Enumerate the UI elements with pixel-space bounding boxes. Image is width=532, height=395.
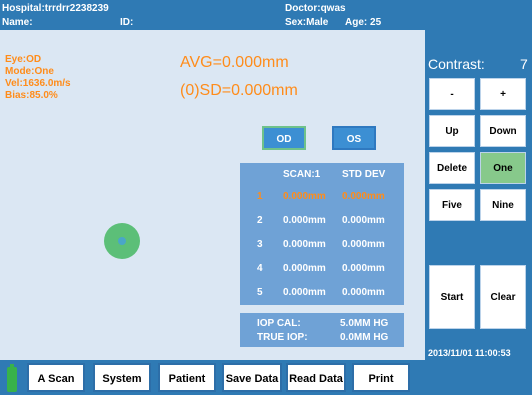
read-data-button[interactable]: Read Data: [286, 363, 346, 392]
datetime-display: 2013/11/01 11:00:53: [428, 348, 511, 358]
one-button[interactable]: One: [480, 152, 526, 184]
a-scan-button[interactable]: A Scan: [27, 363, 85, 392]
true-iop-label: TRUE IOP:: [257, 332, 308, 343]
delete-button[interactable]: Delete: [429, 152, 475, 184]
right-panel: Contrast: 7 - + Up Down Delete One Five …: [425, 30, 532, 360]
print-button[interactable]: Print: [352, 363, 410, 392]
down-button[interactable]: Down: [480, 115, 526, 147]
sex-value: Male: [306, 17, 329, 28]
table-row[interactable]: 1 0.000mm 0.000mm: [240, 185, 404, 209]
main-panel: Eye:OD Mode:One Vel:1636.0m/s Bias:85.0%…: [0, 30, 425, 360]
true-iop-value: 0.0MM HG: [340, 332, 389, 343]
table-row[interactable]: 4 0.000mm 0.000mm: [240, 257, 404, 281]
nine-button[interactable]: Nine: [480, 189, 526, 221]
avg-readout: AVG=0.000mm: [180, 54, 289, 71]
start-button[interactable]: Start: [429, 265, 475, 329]
iop-cal-value: 5.0MM HG: [340, 318, 389, 329]
mode-label: Mode:One: [5, 66, 54, 77]
hospital-field: Hospital:trrdrr2238239: [2, 3, 109, 14]
doctor-value: qwas: [320, 3, 346, 14]
eye-label: Eye:OD: [5, 54, 42, 65]
scan-table-header: SCAN:1 STD DEV: [240, 163, 404, 187]
probe-center-dot: [118, 237, 126, 245]
save-data-button[interactable]: Save Data: [222, 363, 282, 392]
contrast-plus-button[interactable]: +: [480, 78, 526, 110]
up-button[interactable]: Up: [429, 115, 475, 147]
velocity-label: Vel:1636.0m/s: [5, 78, 71, 89]
iop-box: IOP CAL: 5.0MM HG TRUE IOP: 0.0MM HG: [240, 313, 404, 347]
os-button[interactable]: OS: [332, 126, 376, 150]
battery-icon: [7, 364, 17, 392]
od-button[interactable]: OD: [262, 126, 306, 150]
contrast-value: 7: [520, 56, 528, 72]
clear-button[interactable]: Clear: [480, 265, 526, 329]
contrast-minus-button[interactable]: -: [429, 78, 475, 110]
scan-header: SCAN:1: [283, 169, 321, 180]
patient-button[interactable]: Patient: [158, 363, 216, 392]
bottom-bar: A Scan System Patient Save Data Read Dat…: [0, 360, 532, 395]
table-row[interactable]: 3 0.000mm 0.000mm: [240, 233, 404, 257]
table-row[interactable]: 5 0.000mm 0.000mm: [240, 281, 404, 305]
bias-label: Bias:85.0%: [5, 90, 58, 101]
name-field: Name:: [2, 17, 33, 28]
age-value: 25: [370, 17, 382, 28]
age-field: Age: 25: [345, 17, 382, 28]
probe-indicator: [104, 223, 140, 259]
iop-cal-label: IOP CAL:: [257, 318, 301, 329]
contrast-label: Contrast:: [428, 56, 485, 72]
table-row[interactable]: 2 0.000mm 0.000mm: [240, 209, 404, 233]
sd-readout: (0)SD=0.000mm: [180, 82, 298, 99]
system-button[interactable]: System: [93, 363, 151, 392]
doctor-field: Doctor:qwas: [285, 3, 346, 14]
measure-info: Eye:OD Mode:One Vel:1636.0m/s Bias:85.0%: [5, 54, 71, 102]
scan-table: SCAN:1 STD DEV 1 0.000mm 0.000mm 2 0.000…: [240, 163, 404, 305]
hospital-value: trrdrr2238239: [44, 3, 109, 14]
id-field: ID:: [120, 17, 134, 28]
std-dev-header: STD DEV: [342, 169, 386, 180]
five-button[interactable]: Five: [429, 189, 475, 221]
sex-field: Sex:Male: [285, 17, 329, 28]
